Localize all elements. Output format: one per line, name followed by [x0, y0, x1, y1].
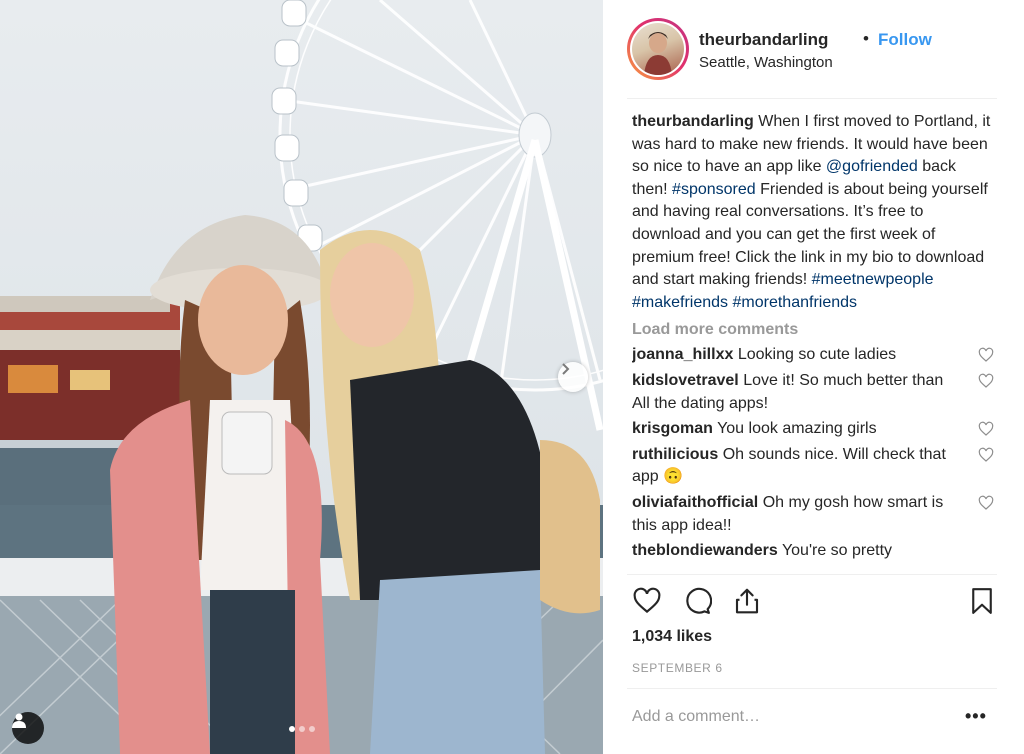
like-button[interactable] [630, 584, 664, 618]
comment-item: joanna_hillxx Looking so cute ladies [632, 344, 994, 367]
heart-icon [633, 587, 661, 613]
chevron-right-icon [562, 363, 570, 375]
like-comment-heart-icon[interactable] [978, 447, 994, 463]
avatar[interactable] [632, 23, 684, 75]
bookmark-icon [972, 588, 992, 614]
likes-count[interactable]: 1,034 likes [632, 628, 712, 646]
like-comment-heart-icon[interactable] [978, 347, 994, 363]
hashtag-link[interactable]: #sponsored [672, 181, 756, 198]
share-button[interactable] [730, 584, 764, 618]
comments-list[interactable]: theurbandarling When I first moved to Po… [632, 111, 994, 573]
next-slide-button[interactable] [558, 362, 588, 392]
comment-username[interactable]: theblondiewanders [632, 542, 778, 559]
location-link[interactable]: Seattle, Washington [699, 54, 833, 71]
more-options-button[interactable]: ••• [965, 706, 987, 727]
carousel-indicator [0, 726, 603, 732]
add-comment-input[interactable] [632, 708, 952, 726]
comment-icon [686, 587, 712, 614]
carousel-dot [308, 726, 315, 732]
photo-illustration [0, 0, 603, 754]
share-icon [735, 588, 759, 614]
post-username[interactable]: theurbandarling [699, 30, 828, 50]
post-actions [632, 584, 996, 620]
comment-username[interactable]: kidslovetravel [632, 372, 739, 389]
comment-text: Looking so cute ladies [737, 346, 897, 364]
like-comment-heart-icon[interactable] [978, 421, 994, 437]
hashtag-link[interactable]: #meetnewpeople [812, 271, 934, 288]
load-more-comments-button[interactable]: Load more comments [632, 319, 994, 341]
separator-dot: • [863, 29, 869, 48]
post-photo[interactable] [0, 0, 603, 754]
hashtag-link[interactable]: #morethanfriends [733, 294, 858, 311]
story-ring[interactable] [627, 18, 689, 80]
divider [627, 98, 997, 99]
comment-item: ruthilicious Oh sounds nice. Will check … [632, 444, 994, 489]
like-comment-heart-icon[interactable] [978, 495, 994, 511]
post-details-panel: theurbandarling • Follow Seattle, Washin… [603, 0, 1024, 754]
mention-link[interactable]: @gofriended [826, 158, 918, 175]
comment-item: oliviafaithofficial Oh my gosh how smart… [632, 492, 994, 537]
caption-username[interactable]: theurbandarling [632, 113, 754, 130]
comment-button[interactable] [680, 584, 714, 618]
post-date: SEPTEMBER 6 [632, 661, 723, 675]
comment-username[interactable]: oliviafaithofficial [632, 494, 758, 511]
comment-text: You're so pretty [781, 542, 893, 560]
save-button[interactable] [965, 584, 999, 618]
follow-button[interactable]: Follow [878, 30, 932, 50]
carousel-dot [288, 726, 295, 732]
like-comment-heart-icon[interactable] [978, 373, 994, 389]
divider [627, 574, 997, 575]
post-header: theurbandarling • Follow Seattle, Washin… [627, 18, 997, 82]
hashtag-link[interactable]: #makefriends [632, 294, 728, 311]
comment-username[interactable]: krisgoman [632, 420, 713, 437]
comment-item: theblondiewanders You're so pretty [632, 540, 994, 563]
divider [627, 688, 997, 689]
comment-item: kidslovetravel Love it! So much better t… [632, 370, 994, 415]
comment-text: You look amazing girls [717, 420, 877, 438]
comment-username[interactable]: ruthilicious [632, 446, 718, 463]
comment-item: krisgoman You look amazing girls [632, 418, 994, 441]
caption: theurbandarling When I first moved to Po… [632, 111, 994, 314]
carousel-dot [298, 726, 305, 732]
comment-username[interactable]: joanna_hillxx [632, 346, 733, 363]
